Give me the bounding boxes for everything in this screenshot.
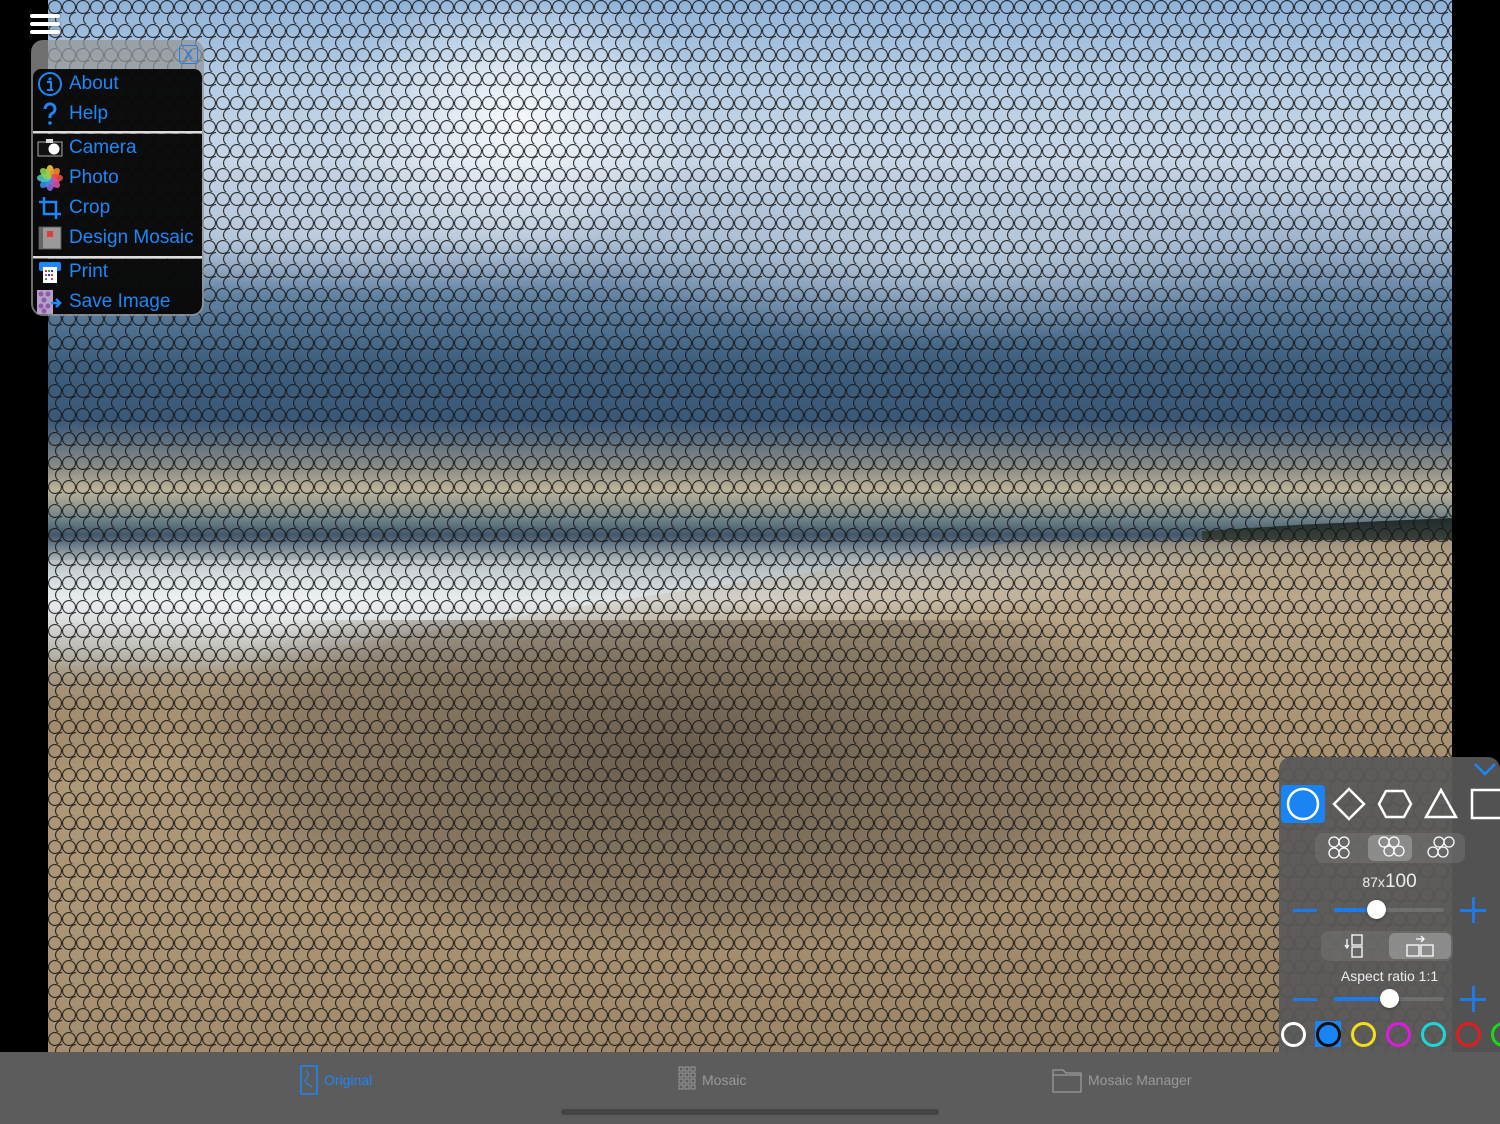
- tab-label: Original: [324, 1072, 373, 1088]
- vertical-stack-icon: [1344, 934, 1363, 958]
- color-ring: [1385, 1021, 1411, 1047]
- tab-label: Mosaic: [702, 1072, 747, 1088]
- orientation-vertical-option[interactable]: [1323, 933, 1385, 959]
- menu-item-label: Crop: [69, 197, 111, 218]
- color-ring: [1350, 1021, 1376, 1047]
- color-swatch-yellow[interactable]: [1350, 1021, 1376, 1047]
- menu-item-print[interactable]: Print: [35, 258, 200, 286]
- menu-item-crop[interactable]: Crop: [35, 194, 200, 222]
- color-swatch-green[interactable]: [1490, 1021, 1500, 1047]
- aspect-slider-track[interactable]: [1334, 989, 1444, 1008]
- aspect-ratio-label: Aspect ratio 1:1: [1340, 968, 1439, 984]
- tab-label: Mosaic Manager: [1088, 1072, 1192, 1088]
- photos-icon: [35, 165, 65, 191]
- horizontal-stack-icon: [1406, 935, 1434, 957]
- color-ring: [1280, 1021, 1306, 1047]
- layout-staggered-grid-option[interactable]: [1419, 835, 1463, 861]
- question-icon: [35, 101, 65, 127]
- menu-divider: [33, 131, 202, 133]
- color-swatch-cyan[interactable]: [1420, 1021, 1446, 1047]
- menu-item-help[interactable]: Help: [35, 100, 200, 128]
- menu-item-label: Save Image: [69, 291, 171, 312]
- color-swatch-white[interactable]: [1280, 1021, 1306, 1047]
- offset-grid-layout-icon: [1378, 836, 1405, 857]
- decrease-aspect-button[interactable]: [1293, 998, 1317, 1001]
- menu-item-label: Help: [69, 103, 109, 124]
- staggered-grid-layout-icon: [1427, 836, 1455, 858]
- square-shape-icon: [1470, 788, 1500, 820]
- shape-circle-button[interactable]: [1281, 785, 1325, 823]
- original-image-icon: [300, 1065, 318, 1095]
- tab-mosaic-manager[interactable]: Mosaic Manager: [1052, 1065, 1192, 1095]
- menu-item-label: Design Mosaic: [69, 227, 194, 248]
- decrease-size-button[interactable]: [1293, 909, 1317, 912]
- menu-item-label: Photo: [69, 167, 119, 188]
- save-image-icon: [35, 289, 65, 315]
- color-swatch-red[interactable]: [1455, 1021, 1481, 1047]
- aspect-ratio-slider[interactable]: [1293, 986, 1486, 1012]
- mosaic-settings-panel: 87x100 Aspect ratio 1:1: [1279, 757, 1500, 1052]
- menu-item-label: Camera: [69, 137, 137, 158]
- menu-item-camera[interactable]: Camera: [35, 134, 200, 162]
- shape-diamond-button[interactable]: [1327, 785, 1371, 823]
- diamond-shape-icon: [1332, 787, 1366, 821]
- circle-shape-icon: [1286, 787, 1320, 821]
- layout-segmented-control: [1315, 833, 1465, 863]
- hamburger-line: [30, 30, 60, 34]
- tile-size-width: 87x: [1362, 874, 1385, 890]
- tile-size-height: 100: [1384, 871, 1417, 892]
- color-ring: [1455, 1021, 1481, 1047]
- printer-icon: [35, 259, 65, 285]
- menu-item-about[interactable]: About: [35, 70, 200, 98]
- color-swatch-blue[interactable]: [1315, 1021, 1341, 1047]
- tile-size-slider[interactable]: [1293, 897, 1486, 923]
- mosaic-grid-icon: [678, 1066, 696, 1090]
- collapse-panel-button[interactable]: [1472, 759, 1498, 779]
- shape-triangle-button[interactable]: [1419, 785, 1463, 823]
- mosaic-circle-grid-overlay: [48, 0, 1452, 1052]
- aspect-slider-thumb[interactable]: [1380, 989, 1399, 1008]
- color-swatch-magenta[interactable]: [1385, 1021, 1411, 1047]
- menu-item-design-mosaic[interactable]: Design Mosaic: [35, 224, 200, 252]
- menu-item-save-image[interactable]: Save Image: [35, 288, 200, 316]
- hamburger-line: [30, 14, 60, 18]
- tab-original[interactable]: Original: [300, 1065, 372, 1095]
- camera-icon: [35, 135, 65, 161]
- close-menu-button[interactable]: X: [179, 45, 198, 64]
- color-ring: [1315, 1021, 1341, 1047]
- increase-size-button[interactable]: [1460, 897, 1486, 923]
- square-grid-layout-icon: [1328, 836, 1350, 859]
- tile-size-label: 87x100: [1279, 871, 1500, 893]
- shape-hexagon-button[interactable]: [1373, 785, 1417, 823]
- triangle-shape-icon: [1423, 787, 1459, 819]
- color-ring: [1420, 1021, 1446, 1047]
- menu-item-label: Print: [69, 261, 109, 282]
- layout-square-grid-option[interactable]: [1317, 835, 1361, 861]
- outline-color-picker: [1279, 1019, 1500, 1049]
- folder-icon: [1052, 1069, 1082, 1093]
- tab-mosaic[interactable]: Mosaic: [678, 1065, 746, 1095]
- design-mosaic-icon: [35, 225, 65, 251]
- orientation-segmented-control: [1321, 931, 1453, 961]
- size-slider-thumb[interactable]: [1366, 900, 1386, 919]
- menu-item-label: About: [69, 73, 119, 94]
- orientation-horizontal-option[interactable]: [1389, 933, 1451, 959]
- layout-offset-grid-option[interactable]: [1368, 835, 1412, 861]
- hexagon-shape-icon: [1377, 789, 1413, 819]
- home-indicator[interactable]: [561, 1109, 939, 1115]
- increase-aspect-button[interactable]: [1460, 986, 1486, 1012]
- mosaic-preview-canvas[interactable]: [48, 0, 1452, 1052]
- size-slider-track[interactable]: [1334, 900, 1444, 919]
- chevron-down-icon: [1474, 763, 1496, 776]
- menu-item-photo[interactable]: Photo: [35, 164, 200, 192]
- color-ring: [1490, 1021, 1500, 1047]
- shape-square-button[interactable]: [1465, 785, 1500, 823]
- hamburger-menu-button[interactable]: [30, 14, 60, 38]
- hamburger-line: [30, 22, 60, 26]
- info-icon: [35, 71, 65, 97]
- side-menu: X About Help Camera Photo Crop Design Mo…: [31, 40, 204, 316]
- crop-icon: [35, 195, 65, 221]
